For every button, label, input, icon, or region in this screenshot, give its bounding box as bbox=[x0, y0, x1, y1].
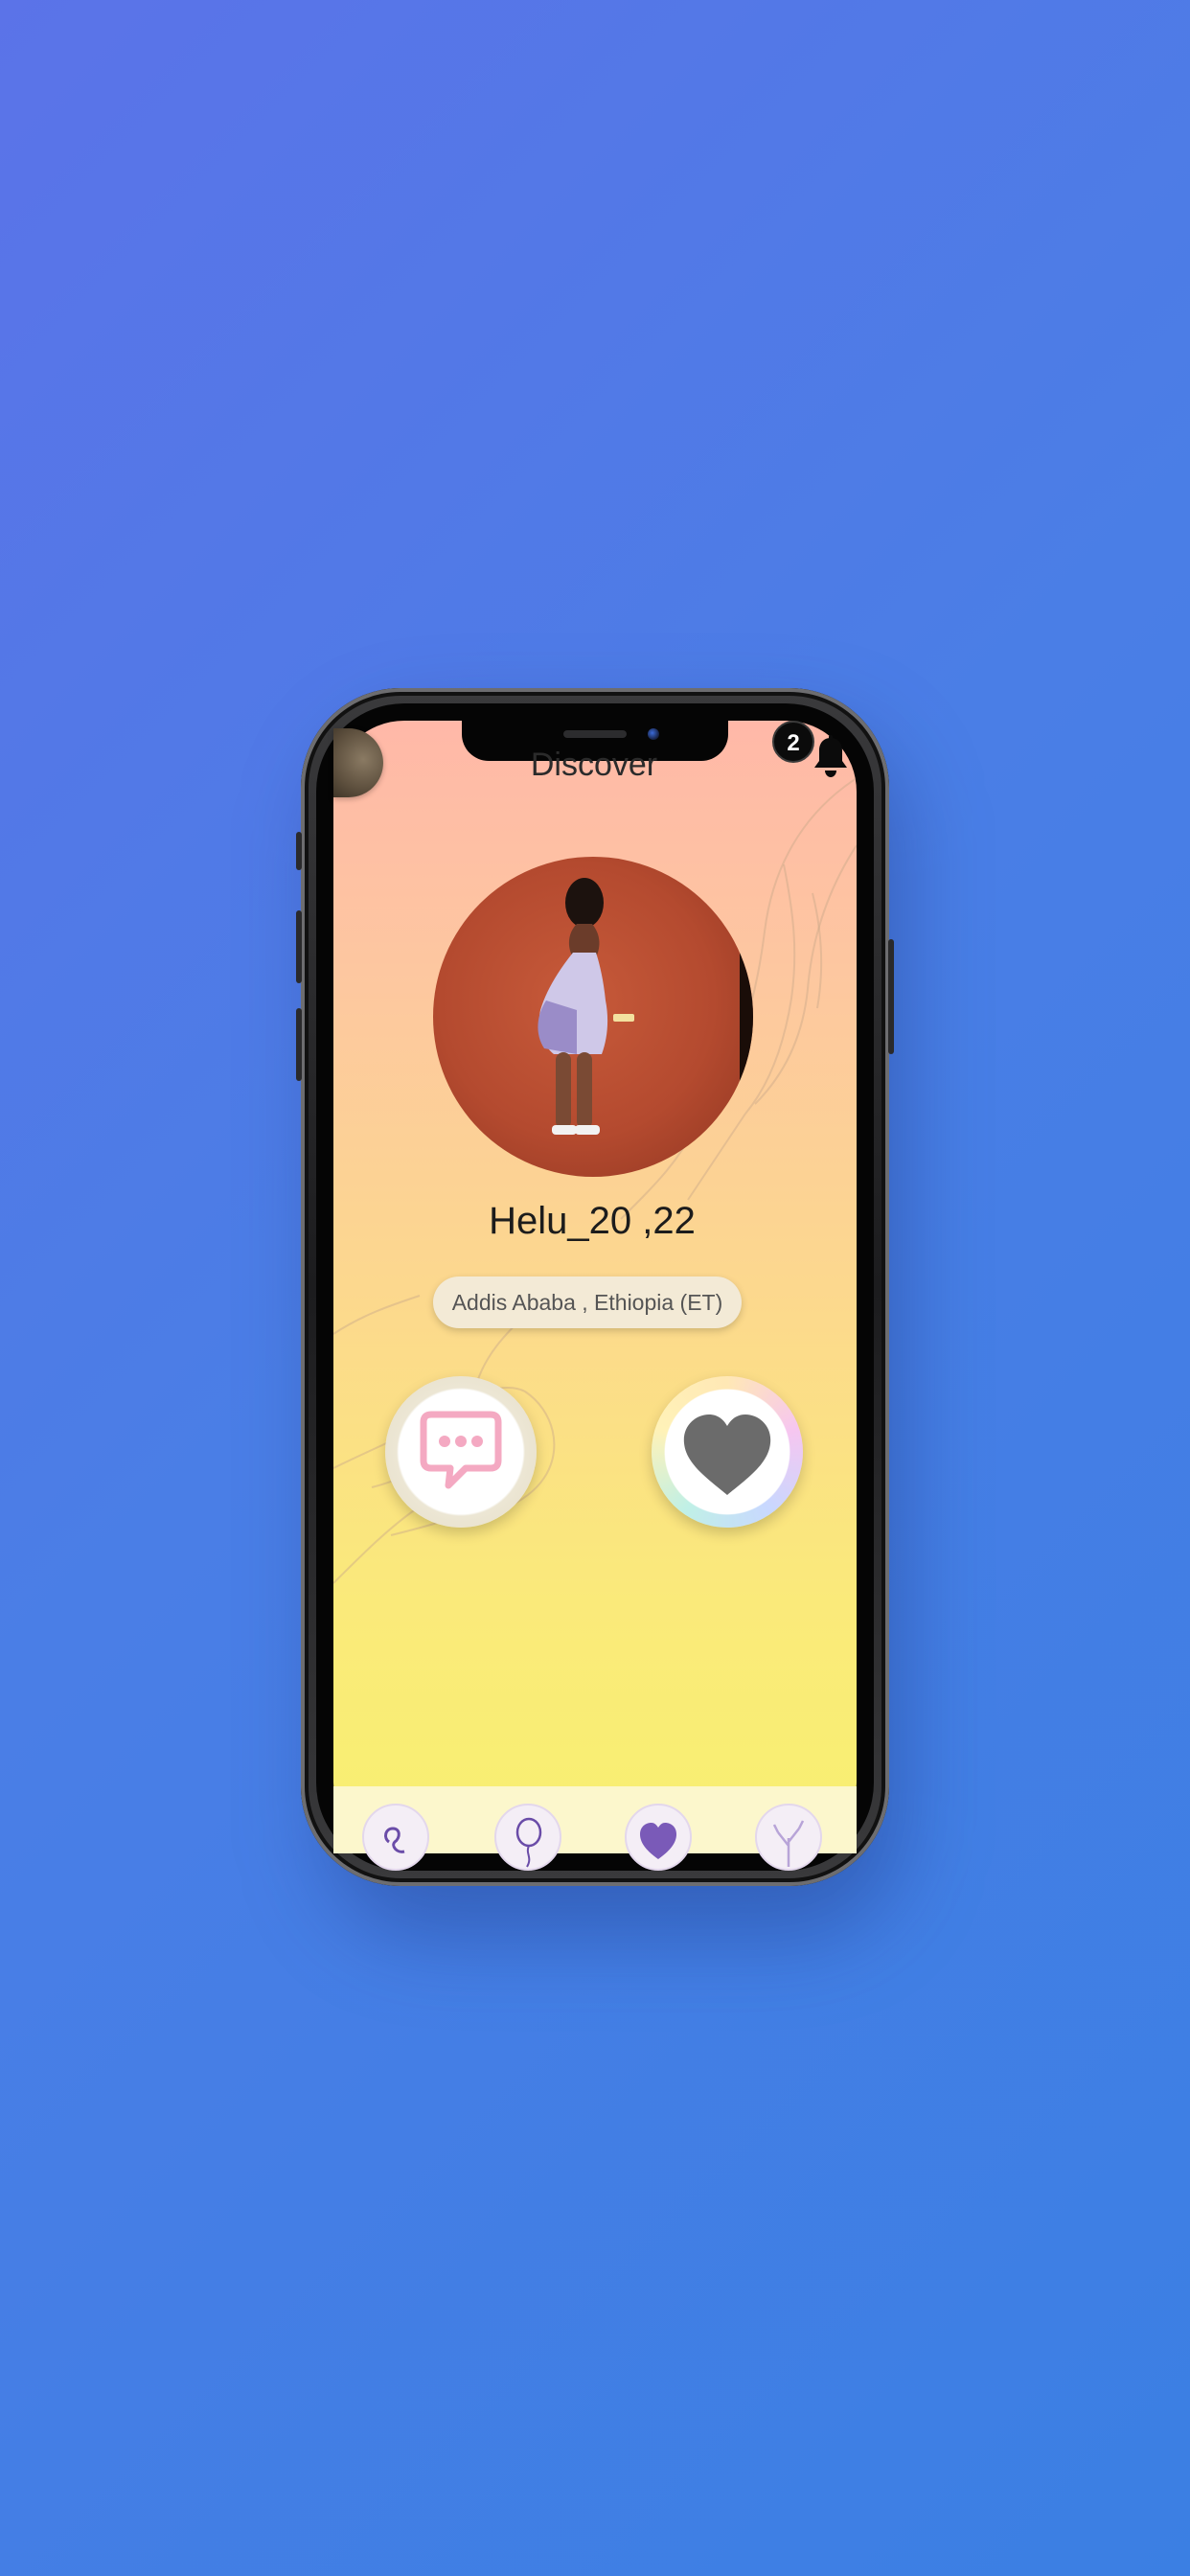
profile-name-age: Helu_20 ,22 bbox=[489, 1200, 696, 1242]
notification-badge: 2 bbox=[772, 721, 814, 763]
power-button bbox=[888, 939, 894, 1054]
tree-icon bbox=[772, 1820, 805, 1867]
heart-icon bbox=[683, 1414, 771, 1495]
page-title: Discover bbox=[530, 747, 658, 776]
like-button[interactable] bbox=[652, 1376, 803, 1528]
bell-icon bbox=[814, 735, 847, 777]
location-pill: Addis Ababa , Ethiopia (ET) bbox=[433, 1276, 742, 1328]
photo-edge bbox=[740, 857, 753, 1177]
message-button[interactable] bbox=[385, 1376, 537, 1528]
speaker-grille bbox=[563, 730, 627, 738]
swirl-icon bbox=[384, 1827, 405, 1853]
chat-bubble-icon bbox=[420, 1411, 502, 1489]
nav-item-swirl[interactable] bbox=[362, 1804, 429, 1871]
nav-item-tree[interactable] bbox=[755, 1804, 822, 1871]
nav-item-balloon[interactable] bbox=[494, 1804, 561, 1871]
balloon-icon bbox=[515, 1817, 542, 1868]
nav-item-fingerprint[interactable] bbox=[625, 1804, 692, 1871]
volume-down-button bbox=[296, 1008, 302, 1081]
notifications-button[interactable]: 2 bbox=[767, 721, 857, 788]
volume-up-button bbox=[296, 910, 302, 983]
profile-photo[interactable] bbox=[433, 857, 753, 1177]
fingerprint-heart-icon bbox=[640, 1823, 676, 1859]
profile-photo-figure bbox=[538, 878, 634, 1135]
mute-switch bbox=[296, 832, 302, 870]
bottom-nav bbox=[333, 1786, 857, 1871]
